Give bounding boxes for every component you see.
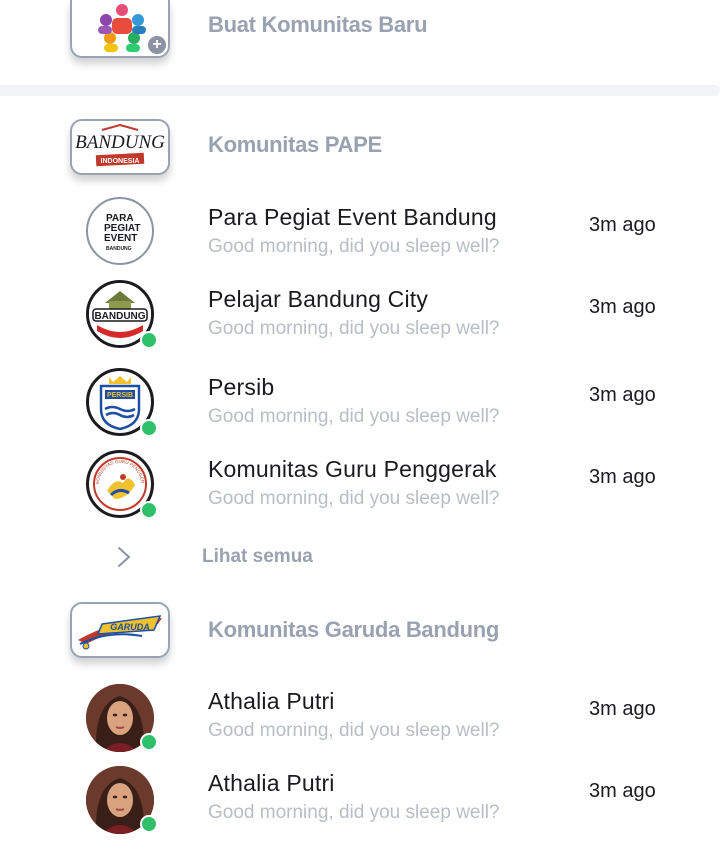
chat-name[interactable]: Komunitas Guru Penggerak	[208, 456, 497, 483]
chat-time: 3m ago	[589, 698, 656, 720]
chat-name[interactable]: Persib	[208, 374, 274, 401]
chat-time: 3m ago	[589, 296, 656, 318]
chat-time: 3m ago	[589, 214, 656, 236]
chat-preview: Good morning, did you sleep well?	[208, 720, 500, 741]
logo-text-indonesia: INDONESIA	[101, 158, 140, 165]
online-indicator	[140, 419, 158, 437]
online-indicator	[140, 733, 158, 751]
create-community-label[interactable]: Buat Komunitas Baru	[208, 12, 428, 38]
logo-text-bandung: BANDUNG	[75, 132, 165, 153]
group-title-garuda[interactable]: Komunitas Garuda Bandung	[208, 617, 499, 643]
plus-icon: +	[148, 36, 166, 54]
svg-text:GARUDA: GARUDA	[110, 622, 150, 632]
svg-text:EVENT: EVENT	[104, 233, 137, 244]
online-indicator	[140, 501, 158, 519]
svg-text:PERSIB: PERSIB	[107, 392, 133, 399]
chat-time: 3m ago	[589, 780, 656, 802]
chevron-right-icon[interactable]	[116, 546, 132, 573]
chat-time: 3m ago	[589, 384, 656, 406]
chat-preview: Good morning, did you sleep well?	[208, 236, 500, 257]
bandung-indonesia-logo: BANDUNG INDONESIA	[75, 123, 165, 167]
group-logo-garuda[interactable]: GARUDA	[70, 602, 170, 658]
garuda-logo: GARUDA	[78, 615, 162, 650]
svg-text:BANDUNG: BANDUNG	[106, 246, 132, 252]
chat-name[interactable]: Athalia Putri	[208, 770, 335, 797]
chat-preview: Good morning, did you sleep well?	[208, 318, 500, 339]
svg-text:BANDUNG: BANDUNG	[94, 311, 145, 322]
chat-name[interactable]: Para Pegiat Event Bandung	[208, 204, 497, 231]
para-pegiat-logo: PARA PEGIAT EVENT BANDUNG	[104, 213, 140, 252]
chat-name[interactable]: Athalia Putri	[208, 688, 335, 715]
chat-preview: Good morning, did you sleep well?	[208, 802, 500, 823]
section-divider	[0, 85, 720, 96]
online-indicator	[140, 815, 158, 833]
chat-name[interactable]: Pelajar Bandung City	[208, 286, 428, 313]
avatar-para-pegiat[interactable]: PARA PEGIAT EVENT BANDUNG	[86, 197, 154, 265]
see-all-link[interactable]: Lihat semua	[202, 546, 313, 568]
chat-time: 3m ago	[589, 466, 656, 488]
chat-preview: Good morning, did you sleep well?	[208, 488, 500, 509]
group-title-pape[interactable]: Komunitas PAPE	[208, 132, 382, 158]
group-logo-pape[interactable]: BANDUNG INDONESIA	[70, 119, 170, 175]
online-indicator	[140, 331, 158, 349]
chat-preview: Good morning, did you sleep well?	[208, 406, 500, 427]
create-community-button[interactable]: +	[70, 0, 170, 58]
